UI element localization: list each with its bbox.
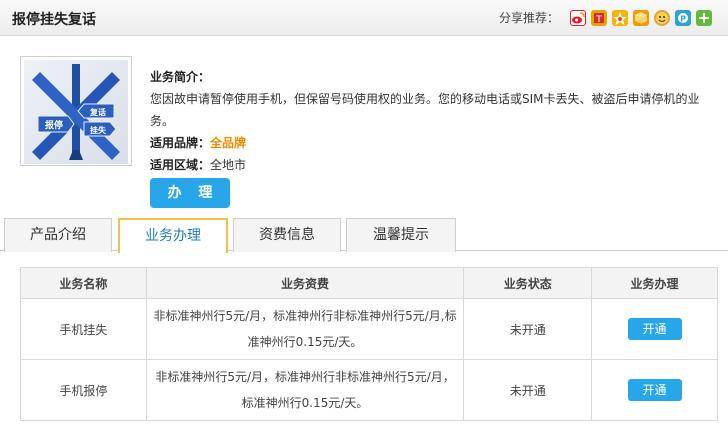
fee-line: 标准神州行0.15元/天。 bbox=[241, 396, 369, 410]
intro-description: 您因故申请暂停使用手机，但保留号码使用权的业务。您的移动电话或SIM卡丢失、被盗… bbox=[150, 92, 700, 128]
more-share-icon[interactable] bbox=[696, 9, 712, 26]
header-service-fee: 业务资费 bbox=[145, 267, 465, 299]
tab-fee-info[interactable]: 资费信息 bbox=[233, 218, 341, 252]
region-row: 适用区域：全地市 bbox=[150, 154, 720, 176]
svg-text:P: P bbox=[680, 14, 686, 23]
service-status: 未开通 bbox=[463, 298, 593, 360]
service-name: 手机报停 bbox=[20, 359, 147, 421]
service-fee: 非标准神州行5元/月，标准神州行非标准神州行5元/月,标 准神州行0.15元/天… bbox=[145, 298, 465, 360]
sign-label-right-top: 复话 bbox=[89, 107, 106, 117]
sign-label-left: 报停 bbox=[45, 119, 63, 131]
fee-line: 非标准神州行5元/月，标准神州行非标准神州行5元/月,标 bbox=[153, 309, 457, 323]
fee-line: 非标准神州行5元/月，标准神州行非标准神州行5元/月， bbox=[155, 370, 455, 384]
open-button[interactable]: 开通 bbox=[627, 379, 682, 401]
tab-bar: 产品介绍 业务办理 资费信息 温馨提示 bbox=[0, 217, 728, 253]
page-title: 报停挂失复话 bbox=[12, 12, 96, 28]
douban-icon[interactable]: P bbox=[675, 9, 691, 26]
brand-value: 全品牌 bbox=[210, 136, 247, 150]
tab-service-handle[interactable]: 业务办理 bbox=[118, 218, 228, 253]
brand-label: 适用品牌： bbox=[150, 136, 211, 150]
product-image: 报停 复话 挂失 bbox=[20, 56, 132, 166]
service-table: 业务名称 业务资费 业务状态 业务办理 手机挂失 非标准神州行5元/月，标准神州… bbox=[20, 267, 718, 421]
intro-heading: 业务简介： bbox=[150, 70, 211, 84]
fee-line: 准神州行0.15元/天。 bbox=[247, 335, 363, 349]
brand-row: 适用品牌：全品牌 bbox=[150, 132, 720, 154]
share-label: 分享推荐： bbox=[498, 11, 559, 25]
tab-tips[interactable]: 温馨提示 bbox=[346, 218, 456, 252]
region-value: 全地市 bbox=[210, 158, 247, 172]
svg-text:T: T bbox=[595, 15, 602, 25]
header-service-action: 业务办理 bbox=[591, 267, 718, 299]
sign-label-right-bottom: 挂失 bbox=[90, 125, 107, 135]
tab-product-intro[interactable]: 产品介绍 bbox=[4, 218, 112, 252]
page-header: 报停挂失复话 分享推荐： T P bbox=[0, 0, 728, 36]
region-label: 适用区域： bbox=[150, 158, 211, 172]
kaixin-icon[interactable] bbox=[654, 9, 670, 26]
qzone-icon[interactable] bbox=[612, 9, 628, 26]
service-action-cell: 开通 bbox=[591, 298, 718, 360]
table-header-row: 业务名称 业务资费 业务状态 业务办理 bbox=[20, 267, 718, 299]
table-row: 手机挂失 非标准神州行5元/月，标准神州行非标准神州行5元/月,标 准神州行0.… bbox=[20, 298, 718, 360]
table-row: 手机报停 非标准神州行5元/月，标准神州行非标准神州行5元/月， 标准神州行0.… bbox=[20, 359, 718, 421]
weibo-icon[interactable] bbox=[570, 9, 586, 26]
service-action-cell: 开通 bbox=[591, 359, 718, 421]
service-intro: 业务简介： 您因故申请暂停使用手机，但保留号码使用权的业务。您的移动电话或SIM… bbox=[150, 66, 720, 176]
service-name: 手机挂失 bbox=[20, 298, 147, 360]
product-illustration: 报停 复话 挂失 bbox=[24, 60, 128, 164]
handle-button[interactable]: 办 理 bbox=[150, 178, 230, 208]
header-service-status: 业务状态 bbox=[463, 267, 593, 299]
open-button[interactable]: 开通 bbox=[627, 318, 682, 340]
header-service-name: 业务名称 bbox=[20, 267, 147, 299]
service-fee: 非标准神州行5元/月，标准神州行非标准神州行5元/月， 标准神州行0.15元/天… bbox=[145, 359, 465, 421]
renren-icon[interactable] bbox=[633, 9, 649, 26]
tencent-weibo-icon[interactable]: T bbox=[591, 9, 607, 26]
service-status: 未开通 bbox=[463, 359, 593, 421]
share-bar: 分享推荐： T P bbox=[499, 9, 712, 26]
